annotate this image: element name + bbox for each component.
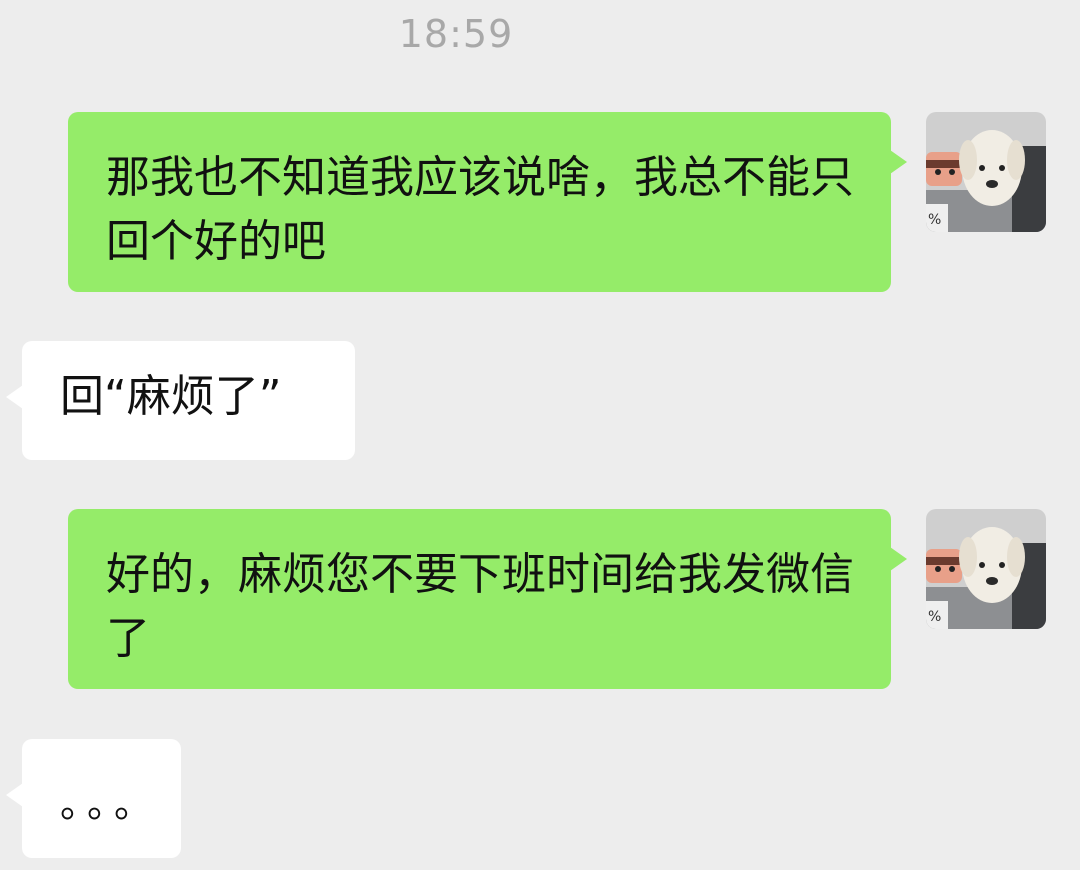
- svg-text:%: %: [928, 212, 941, 228]
- dog-avatar-icon: %: [926, 509, 1046, 629]
- message-text: 好的，麻烦您不要下班时间给我发微信了: [106, 549, 854, 664]
- message-text: 。。。: [60, 782, 161, 826]
- svg-text:%: %: [928, 609, 941, 625]
- message-timestamp: 18:59: [398, 12, 514, 56]
- user-avatar[interactable]: %: [926, 112, 1046, 232]
- outgoing-message-bubble[interactable]: 那我也不知道我应该说啥，我总不能只回个好的吧: [68, 112, 907, 292]
- dog-avatar-icon: %: [926, 112, 1046, 232]
- incoming-message-bubble[interactable]: 回“麻烦了”: [6, 341, 355, 460]
- outgoing-message-bubble[interactable]: 好的，麻烦您不要下班时间给我发微信了: [68, 509, 907, 689]
- message-text: 回“麻烦了”: [60, 371, 282, 422]
- message-text: 那我也不知道我应该说啥，我总不能只回个好的吧: [106, 152, 854, 267]
- user-avatar[interactable]: %: [926, 509, 1046, 629]
- incoming-message-bubble[interactable]: 。。。: [6, 739, 181, 858]
- chat-view: 18:59 那我也不知道我应该说啥，我总不能只回个好的吧 % 回“麻烦了” 好的…: [0, 0, 1080, 870]
